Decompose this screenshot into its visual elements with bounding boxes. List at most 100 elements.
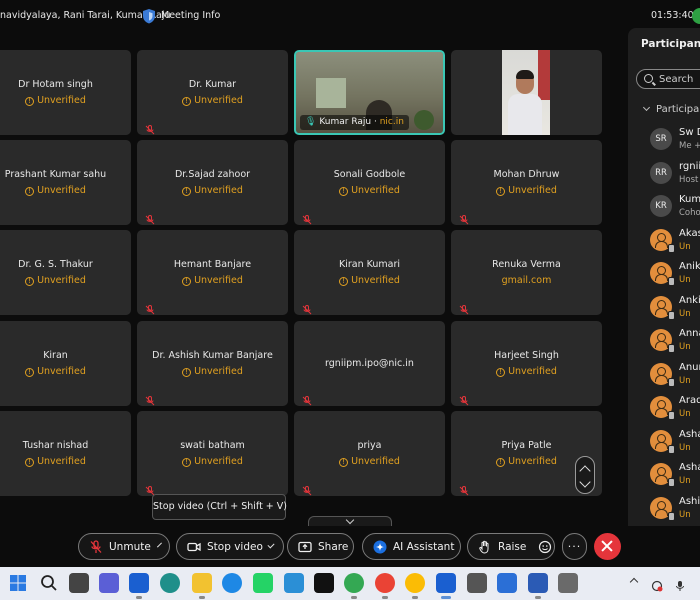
chrome-icon[interactable] [344,573,364,593]
status-text: Unverified [37,185,86,196]
participant-tile[interactable]: Dr Hotam singh! Unverified [0,50,131,135]
warning-icon: ! [339,458,349,467]
chrome-profile-icon[interactable] [375,573,395,593]
participant-tile[interactable]: rgniipm.ipo@nic.in [294,321,445,406]
participant-tile[interactable]: Kiran Kumari! Unverified [294,230,445,315]
participant-list-item[interactable]: RR rgnii Host [628,158,700,191]
participant-tile[interactable]: Dr.Sajad zahoor! Unverified [137,140,288,225]
participant-tile[interactable]: Dr. G. S. Thakur! Unverified [0,230,131,315]
file-explorer-icon[interactable] [192,573,212,593]
participant-role: Un [679,509,691,520]
participant-list-item[interactable]: Anik Un [628,258,700,291]
news-icon[interactable] [284,573,304,593]
participant-list-item[interactable]: Akas Un [628,225,700,258]
task-view-icon[interactable] [69,573,89,593]
participant-tile[interactable]: Sonali Godbole! Unverified [294,140,445,225]
participant-name: swati batham [180,440,245,451]
shield-icon[interactable] [142,8,156,24]
participants-section-header[interactable]: Participants [642,103,700,115]
muted-mic-icon [459,391,469,406]
media-player-icon[interactable] [222,573,242,593]
chevron-down-icon[interactable] [267,541,275,549]
chevron-down-icon[interactable] [579,476,591,488]
settings-icon[interactable] [558,573,578,593]
photos-icon[interactable] [497,573,517,593]
hand-icon [478,540,492,554]
muted-mic-icon [302,391,312,406]
meeting-info-link[interactable]: Meeting Info [161,10,220,21]
participant-tile[interactable]: Harjeet Singh! Unverified [451,321,602,406]
participant-name: Harjeet Singh [494,350,559,361]
guest-avatar-icon [650,429,675,454]
grid-page-buttons[interactable] [575,456,595,494]
chevron-up-icon[interactable] [579,465,591,477]
participant-tile[interactable]: Renuka Verma gmail.com [451,230,602,315]
ai-assistant-icon [373,540,387,554]
participant-name: Sw D [679,127,700,138]
participant-tile[interactable]: priya! Unverified [294,411,445,496]
participant-tile[interactable]: 🎙 Kumar Raju · nic.in [294,50,445,135]
webex-icon[interactable] [129,573,149,593]
video-feed-person [508,94,542,135]
participant-search-input[interactable]: Search [636,69,700,89]
share-screen-icon [298,540,312,554]
warning-icon: ! [182,368,192,377]
participant-list-item[interactable]: Asha Un [628,459,700,492]
participant-tile[interactable]: Dr. Ashish Kumar Banjare! Unverified [137,321,288,406]
participant-tile[interactable]: swati batham! Unverified [137,411,288,496]
participant-tile[interactable]: Prashant Kumar sahu! Unverified [0,140,131,225]
microphone-icon[interactable] [674,577,686,591]
participant-tile[interactable]: Kiran! Unverified [0,321,131,406]
participant-role: Un [679,476,691,486]
reactions-icon[interactable] [538,540,552,554]
participant-name: Anna [679,328,700,339]
chevron-down-icon[interactable] [156,542,162,548]
participant-list-item[interactable]: Ashi Un [628,493,700,526]
panel-title: Participants [641,38,700,50]
edge-icon[interactable] [160,573,180,593]
participant-list-item[interactable]: Anna Un [628,325,700,358]
participant-tile[interactable]: Dr. Kumar! Unverified [137,50,288,135]
connection-status-indicator[interactable] [692,8,700,24]
unmute-label: Unmute [109,540,151,553]
whatsapp-icon[interactable] [253,573,273,593]
muted-mic-icon [459,481,469,496]
participant-tile[interactable] [451,50,602,135]
title-bar: navidyalaya, Rani Tarai, Kumar Raju Meet… [0,0,700,32]
raise-hand-button[interactable]: Raise [467,533,555,560]
participant-tile[interactable]: Tushar nishad! Unverified [0,411,131,496]
participant-list-item[interactable]: SR Sw D Me + [628,124,700,157]
collapse-controls-tab[interactable] [308,515,392,526]
participant-list-item[interactable]: Anki Un [628,292,700,325]
muted-mic-icon [145,391,155,406]
participant-tile[interactable]: Mohan Dhruw! Unverified [451,140,602,225]
participant-name: Mohan Dhruw [493,169,560,180]
word-icon[interactable] [528,573,548,593]
chat-icon[interactable] [99,573,119,593]
stop-video-button[interactable]: Stop video [176,533,284,560]
participant-list-item[interactable]: Anur Un [628,359,700,392]
participant-name: Asha [679,428,700,440]
chevron-up-icon[interactable] [629,577,639,587]
unmute-button[interactable]: Unmute [78,533,170,560]
participant-list-item[interactable]: KR Kum Coho [628,191,700,224]
leave-meeting-button[interactable] [594,533,621,560]
chrome-alt-icon[interactable] [405,573,425,593]
participant-tile[interactable]: Hemant Banjare! Unverified [137,230,288,315]
windows-start-icon[interactable] [8,573,28,593]
network-icon[interactable] [651,577,663,592]
ai-assistant-button[interactable]: AI Assistant [362,533,461,560]
warning-icon: ! [25,277,35,286]
netflix-icon[interactable] [314,573,334,593]
participant-list-item[interactable]: Asha Un [628,426,700,459]
webex-active-icon[interactable] [436,573,456,593]
share-button[interactable]: Share [287,533,354,560]
camera-icon[interactable] [467,573,487,593]
search-icon [644,74,653,83]
participant-status: ! Unverified [294,456,445,467]
more-options-button[interactable]: ··· [562,533,587,560]
participant-list-item[interactable]: Arad Un [628,392,700,425]
search-icon[interactable] [39,573,59,593]
device-badge-icon [668,511,675,521]
participant-status: ! Unverified [294,275,445,286]
